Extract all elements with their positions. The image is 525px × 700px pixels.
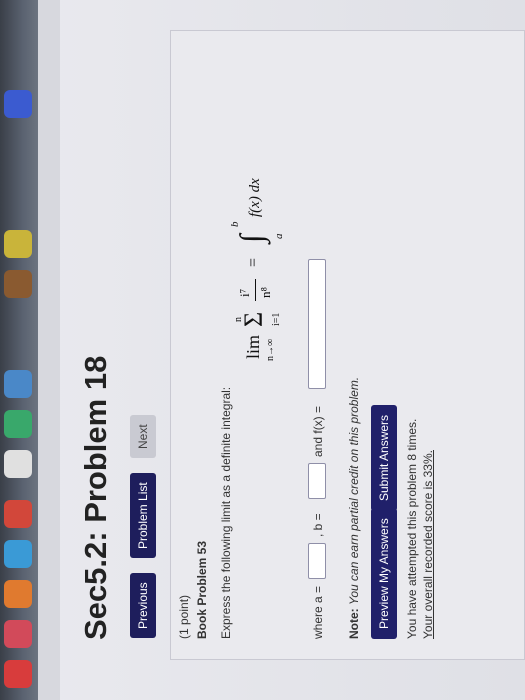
submit-answers-button[interactable]: Submit Answers [371,404,397,511]
equals-sign: = [245,257,262,267]
app-icon[interactable] [4,90,32,118]
integral-lower: a [273,233,285,240]
sum-lower: i=1 [271,312,282,326]
page-title: Sec5.2: Problem 18 [78,355,113,640]
fraction-numerator: i⁷ [237,288,252,297]
app-icon[interactable] [4,660,32,688]
integral-upper: b [229,221,241,228]
app-icon[interactable] [4,370,32,398]
score-text: Your overall recorded score is 33%. [421,450,435,639]
note-label: Note: [347,608,361,639]
answer-b-input[interactable] [308,463,326,499]
answer-f-input[interactable] [308,259,326,389]
problem-list-button[interactable]: Problem List [130,473,156,558]
problem-page: Sec5.2: Problem 18 Previous Problem List… [38,0,525,700]
note-line: Note: You can earn partial credit on thi… [347,377,361,639]
next-button[interactable]: Next [130,415,156,458]
limit-symbol: lim [243,334,263,359]
points-label: (1 point) [177,594,191,639]
top-strip [38,0,60,700]
attempts-text: You have attempted this problem 8 times. [405,418,419,639]
app-icon[interactable] [4,410,32,438]
answer-a-input[interactable] [308,543,326,579]
integrand: f(x) dx [247,178,263,217]
app-icon[interactable] [4,580,32,608]
problem-panel: (1 point) Book Problem 53 Express the fo… [170,30,525,660]
preview-answers-button[interactable]: Preview My Answers [371,508,397,639]
app-icon[interactable] [4,450,32,478]
app-icon[interactable] [4,540,32,568]
app-icon[interactable] [4,500,32,528]
book-problem-label: Book Problem 53 [195,540,209,639]
limit-subscript: n→∞ [265,338,276,361]
instruction-text: Express the following limit as a definit… [219,386,233,639]
previous-button[interactable]: Previous [130,573,156,638]
app-icon[interactable] [4,620,32,648]
fraction-bar [255,279,256,301]
fraction-denominator: n⁸ [258,286,273,298]
app-icon[interactable] [4,230,32,258]
b-label: , b = [311,513,325,537]
where-a-label: where a = [311,585,325,639]
f-of-x-label: and f(x) = [311,405,325,457]
sum-symbol: Σ [239,311,268,327]
app-icon[interactable] [4,270,32,298]
note-text: You can earn partial credit on this prob… [347,376,361,605]
integral-symbol: ∫ [233,234,269,243]
dock [0,0,38,700]
